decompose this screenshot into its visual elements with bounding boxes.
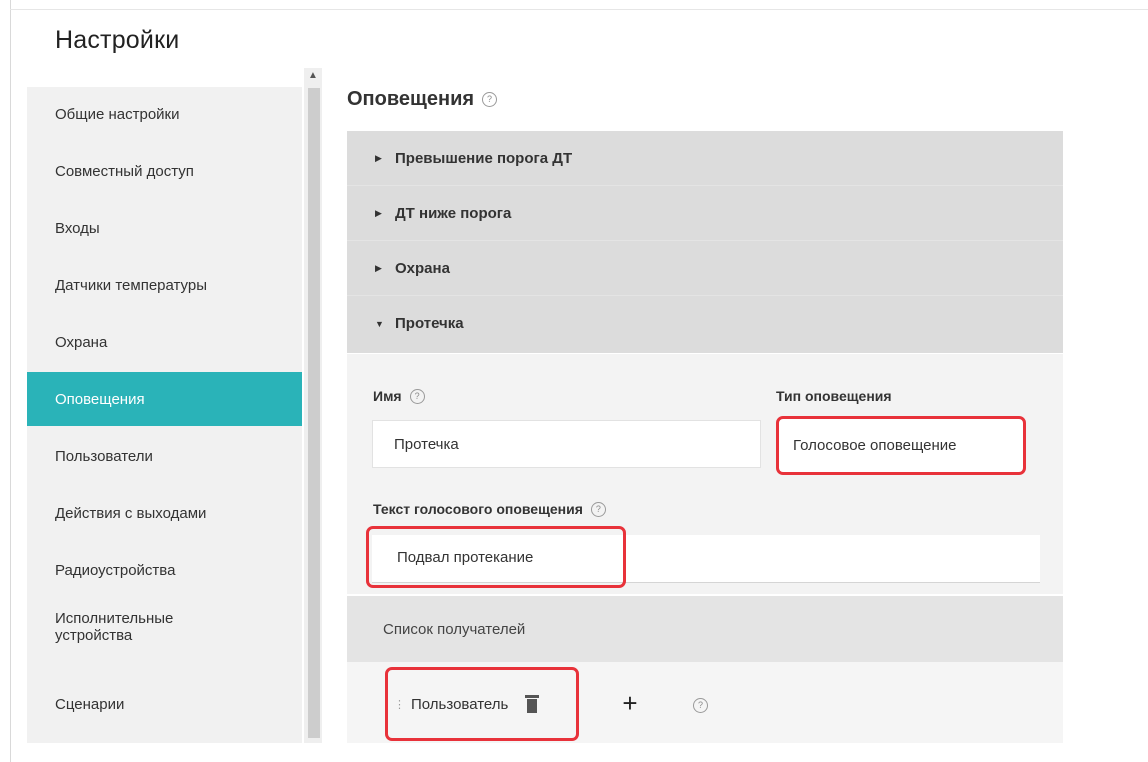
accordion-item-leak[interactable]: ▼ Протечка [347, 296, 1063, 351]
accordion-item-security[interactable]: ▶ Охрана [347, 241, 1063, 296]
accordion-item-label: Охрана [395, 259, 450, 277]
triangle-right-icon: ▶ [375, 207, 382, 218]
recipient-label: Пользователь [411, 695, 509, 713]
triangle-down-icon: ▼ [375, 318, 384, 329]
help-circle-icon[interactable]: ? [482, 92, 498, 107]
recipient-chip[interactable]: ⋮ Пользователь [385, 667, 579, 741]
help-circle-icon[interactable]: ? [590, 501, 606, 517]
voice-text-label-text: Текст голосового оповещения [373, 501, 583, 517]
trash-icon[interactable] [525, 695, 540, 713]
notification-accordion: ▶ Превышение порога ДТ ▶ ДТ ниже порога … [347, 131, 1063, 353]
add-recipient-button[interactable]: + [617, 690, 643, 716]
drag-handle-icon[interactable]: ⋮ [394, 698, 405, 711]
type-field-label: Тип оповещения [776, 388, 892, 404]
help-circle-icon[interactable]: ? [693, 698, 708, 713]
page-title: Настройки [55, 26, 180, 54]
voice-text-value[interactable]: Подвал протекание [366, 526, 626, 588]
scroll-up-icon[interactable]: ▲ [304, 68, 322, 84]
sidebar: Общие настройки Совместный доступ Входы … [27, 87, 302, 743]
frame-border-top [10, 9, 1148, 10]
recipients-header: Список получателей [347, 596, 1063, 662]
sidebar-item-inputs[interactable]: Входы [27, 201, 302, 255]
frame-border-left [10, 0, 11, 762]
accordion-item-label: Протечка [395, 315, 464, 332]
triangle-right-icon: ▶ [375, 262, 382, 273]
section-title-text: Оповещения [347, 88, 475, 110]
voice-text-field-label: Текст голосового оповещения ? [373, 501, 606, 517]
notification-type-select[interactable]: Голосовое оповещение [776, 416, 1026, 475]
sidebar-item-temperature-sensors[interactable]: Датчики температуры [27, 258, 302, 312]
sidebar-item-actuators[interactable]: Исполнительные устройства [27, 600, 227, 654]
sidebar-item-security[interactable]: Охрана [27, 315, 302, 369]
name-field-label: Имя ? [373, 388, 425, 404]
name-label-text: Имя [373, 388, 402, 404]
scrollbar-thumb[interactable] [308, 88, 320, 738]
name-input[interactable]: Протечка [372, 420, 761, 468]
accordion-item-label: Превышение порога ДТ [395, 149, 573, 167]
sidebar-item-general[interactable]: Общие настройки [27, 87, 302, 141]
sidebar-item-scenarios[interactable]: Сценарии [27, 677, 302, 731]
sidebar-scrollbar[interactable]: ▲ [304, 68, 322, 743]
section-title: Оповещения ? [347, 88, 498, 111]
sidebar-item-notifications[interactable]: Оповещения [27, 372, 302, 426]
sidebar-item-users[interactable]: Пользователи [27, 429, 302, 483]
sidebar-item-output-actions[interactable]: Действия с выходами [27, 486, 302, 540]
triangle-right-icon: ▶ [375, 152, 382, 163]
accordion-item-label: ДТ ниже порога [395, 204, 512, 222]
accordion-item-below-threshold[interactable]: ▶ ДТ ниже порога [347, 186, 1063, 241]
accordion-item-threshold-exceeded[interactable]: ▶ Превышение порога ДТ [347, 131, 1063, 186]
sidebar-item-shared-access[interactable]: Совместный доступ [27, 144, 302, 198]
sidebar-item-radio-devices[interactable]: Радиоустройства [27, 543, 302, 597]
help-circle-icon[interactable]: ? [409, 388, 425, 404]
